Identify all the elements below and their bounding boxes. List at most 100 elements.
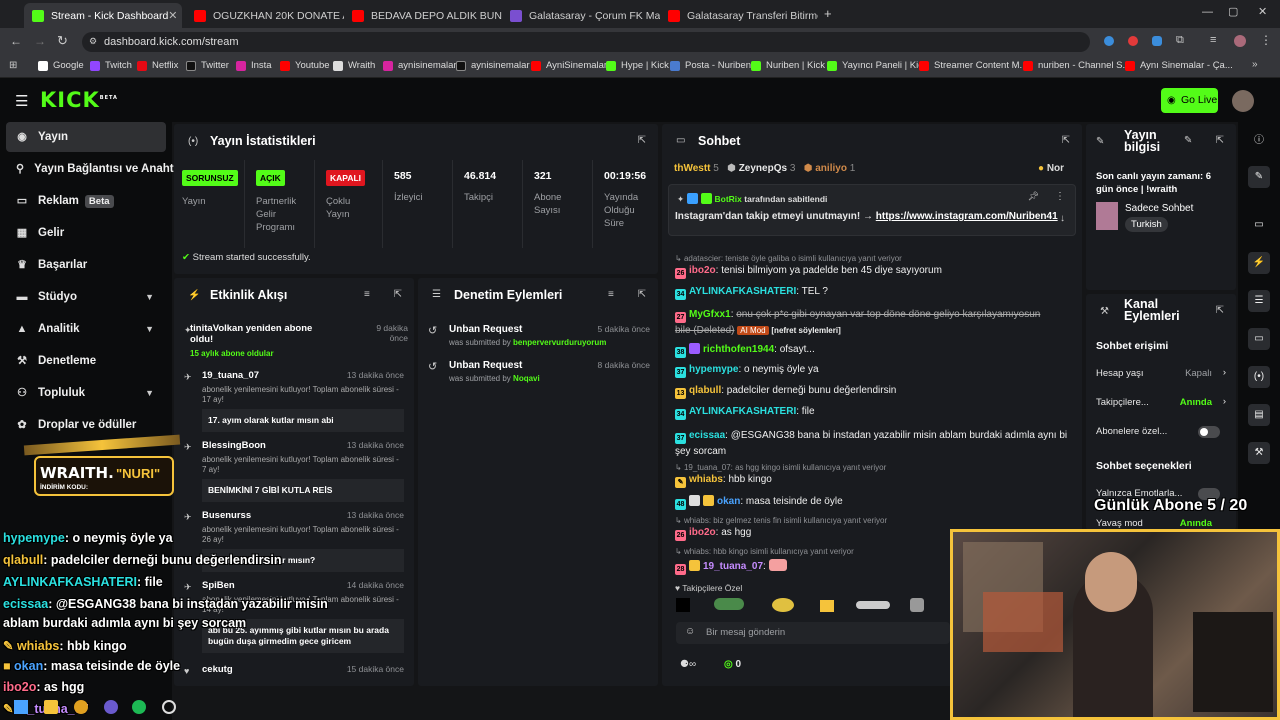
browser-tab[interactable]: Galatasaray - Çorum FK Maç Ö✕ <box>502 3 660 28</box>
browser-tab[interactable]: Galatasaray Transferi Bitirmek i✕ <box>660 3 818 28</box>
bookmark-item[interactable]: Hype | Kick <box>606 60 669 71</box>
chat-input[interactable]: ☺ Bir mesaj gönderin <box>676 622 950 644</box>
media-icon[interactable]: ≡ <box>1210 34 1216 46</box>
tag-chip[interactable]: Turkish <box>1125 217 1168 232</box>
popout-icon[interactable]: ⇱ <box>638 135 646 146</box>
folder-icon[interactable] <box>44 700 58 714</box>
emote-icon[interactable] <box>772 598 794 612</box>
stats-icon[interactable]: ▤ <box>1248 404 1270 426</box>
extension-icon[interactable] <box>1104 36 1114 46</box>
spotify-icon[interactable] <box>132 700 146 714</box>
chrome-icon[interactable] <box>74 700 88 714</box>
maximize-icon[interactable]: ▢ <box>1228 5 1238 18</box>
bookmark-item[interactable]: aynisinemalar <box>383 60 457 71</box>
pin-icon[interactable]: 📌︎ <box>1028 191 1039 202</box>
bookmark-item[interactable]: Streamer Content M... <box>919 60 1027 71</box>
menu-kebab-icon[interactable]: ⋮ <box>1055 191 1065 202</box>
url-input[interactable]: dashboard.kick.com/stream <box>82 32 1090 52</box>
broadcast-icon[interactable]: (•) <box>1248 366 1270 388</box>
setting-row[interactable]: Takipçilere... Anında › <box>1096 396 1226 408</box>
sidebar-item-analitik[interactable]: ▲ Analitik ▼ <box>6 314 166 344</box>
bookmark-item[interactable]: Insta <box>236 60 272 71</box>
profile-icon[interactable] <box>1234 35 1246 47</box>
bookmark-item[interactable]: Nuriben | Kick <box>751 60 825 71</box>
crown-emote-icon[interactable] <box>820 600 834 612</box>
sidebar-item-reklam[interactable]: ▭ Reklam Beta <box>6 186 166 216</box>
sidebar-item-basarilar[interactable]: ♛ Başarılar <box>6 250 166 280</box>
popout-icon[interactable]: ⇱ <box>394 289 402 300</box>
bookmark-item[interactable]: aynisinemalar <box>456 60 530 71</box>
menu-kebab-icon[interactable]: ⋮ <box>1260 33 1272 47</box>
bookmark-item[interactable]: Netflix <box>137 60 178 71</box>
points-counter[interactable]: ◎ 0 <box>724 659 741 670</box>
sidebar-item-studyo[interactable]: ▬ Stüdyo ▼ <box>6 282 166 312</box>
hamburger-menu-icon[interactable]: ☰ <box>15 92 28 110</box>
minimize-icon[interactable]: — <box>1202 6 1213 18</box>
sidebar-item-yayin[interactable]: ◉ Yayın <box>6 122 166 152</box>
discord-icon[interactable] <box>104 700 118 714</box>
back-icon[interactable]: ← <box>10 34 22 48</box>
apps-grid-icon[interactable]: ⊞ <box>9 60 17 71</box>
settings-toggle[interactable]: ⚈∞ <box>680 659 696 670</box>
close-tab-icon[interactable]: ✕ <box>168 9 177 22</box>
list-item[interactable]: ↺ Unban Request 5 dakika önce was submit… <box>428 324 650 347</box>
sidebar-item-stream-key[interactable]: ⚲ Yayın Bağlantısı ve Anahta <box>6 154 180 184</box>
emote-icon[interactable] <box>910 598 924 612</box>
popout-icon[interactable]: ⇱ <box>1216 135 1224 146</box>
close-window-icon[interactable]: ✕ <box>1258 5 1267 18</box>
list-icon[interactable]: ☰ <box>1248 290 1270 312</box>
sidebar-item-topluluk[interactable]: ⚇ Topluluk ▼ <box>6 378 166 408</box>
bookmark-item[interactable]: Posta - Nuriben <box>670 60 751 71</box>
instagram-link[interactable]: https://www.instagram.com/Nuriben41 <box>876 211 1058 222</box>
sidebar-item-gelir[interactable]: ▦ Gelir <box>6 218 166 248</box>
emote-icon[interactable] <box>856 601 890 609</box>
bookmark-item[interactable]: Yayıncı Paneli | Kick <box>827 60 928 71</box>
sidebar-item-droplar[interactable]: ✿ Droplar ve ödüller <box>6 410 166 440</box>
emoji-icon[interactable]: ☺ <box>685 626 695 637</box>
sidebar-item-denetleme[interactable]: ⚒ Denetleme <box>6 346 166 376</box>
wrench-icon[interactable]: ⚒ <box>1248 442 1270 464</box>
edit-icon[interactable]: ✎ <box>1184 135 1192 146</box>
bookmark-item[interactable]: Wraith <box>333 60 375 71</box>
edit-icon[interactable]: ✎ <box>1248 166 1270 188</box>
toggle-switch[interactable] <box>1198 426 1220 438</box>
reload-icon[interactable]: ↻ <box>57 33 68 49</box>
popout-icon[interactable]: ⇱ <box>638 289 646 300</box>
bookmark-item[interactable]: Aynı Sinemalar - Ça... <box>1125 60 1233 71</box>
go-live-button[interactable]: ◉ Go Live <box>1161 88 1218 113</box>
avatar[interactable] <box>1232 90 1254 112</box>
extension-icon[interactable] <box>1152 36 1162 46</box>
popout-icon[interactable]: ⇱ <box>1216 305 1224 316</box>
browser-tab[interactable]: BEDAVA DEPO ALDIK BUNLAR✕ <box>344 3 502 28</box>
filter-icon[interactable]: ≡ <box>364 289 370 300</box>
chevron-down-icon[interactable]: ↓ <box>1060 213 1065 224</box>
windows-start-icon[interactable] <box>14 700 28 714</box>
bookmark-item[interactable]: Youtube <box>280 60 330 71</box>
bookmark-item[interactable]: nuriben - Channel S... <box>1023 60 1130 71</box>
bookmark-item[interactable]: Twitch <box>90 60 132 71</box>
browser-tab[interactable]: Stream - Kick Dashboard ✕ <box>24 3 182 28</box>
bolt-icon[interactable]: ⚡ <box>1248 252 1270 274</box>
puzzle-icon[interactable]: ⧉ <box>1176 34 1184 47</box>
setting-row[interactable]: Hesap yaşı Kapalı › <box>1096 367 1226 379</box>
info-icon[interactable]: ⓘ <box>1248 130 1270 152</box>
emote-icon[interactable] <box>676 598 690 612</box>
new-tab-icon[interactable]: + <box>824 6 832 21</box>
bookmark-item[interactable]: Google <box>38 60 84 71</box>
browser-tab[interactable]: OGUZKHAN 20K DONATE ALIY✕ <box>186 3 344 28</box>
bookmark-item[interactable]: Twitter <box>186 60 229 71</box>
bookmark-item[interactable]: AyniSinemalar <box>531 60 607 71</box>
layout-icon[interactable]: ▭ <box>1248 214 1270 236</box>
chat-icon[interactable]: ▭ <box>1248 328 1270 350</box>
more-bookmarks-icon[interactable]: » <box>1252 59 1258 70</box>
filter-icon[interactable]: ≡ <box>608 289 614 300</box>
popout-icon[interactable]: ⇱ <box>1062 135 1070 146</box>
extension-icon[interactable] <box>1128 36 1138 46</box>
kick-logo[interactable]: KICKBETA <box>40 88 118 112</box>
forward-icon[interactable]: → <box>34 34 46 48</box>
site-info-icon[interactable]: ⚙ <box>89 36 97 47</box>
emote-icon[interactable] <box>714 598 744 610</box>
setting-row[interactable]: Yavaş mod Anında <box>1096 518 1226 529</box>
list-item[interactable]: ↺ Unban Request 8 dakika önce was submit… <box>428 360 650 383</box>
obs-icon[interactable] <box>162 700 176 714</box>
